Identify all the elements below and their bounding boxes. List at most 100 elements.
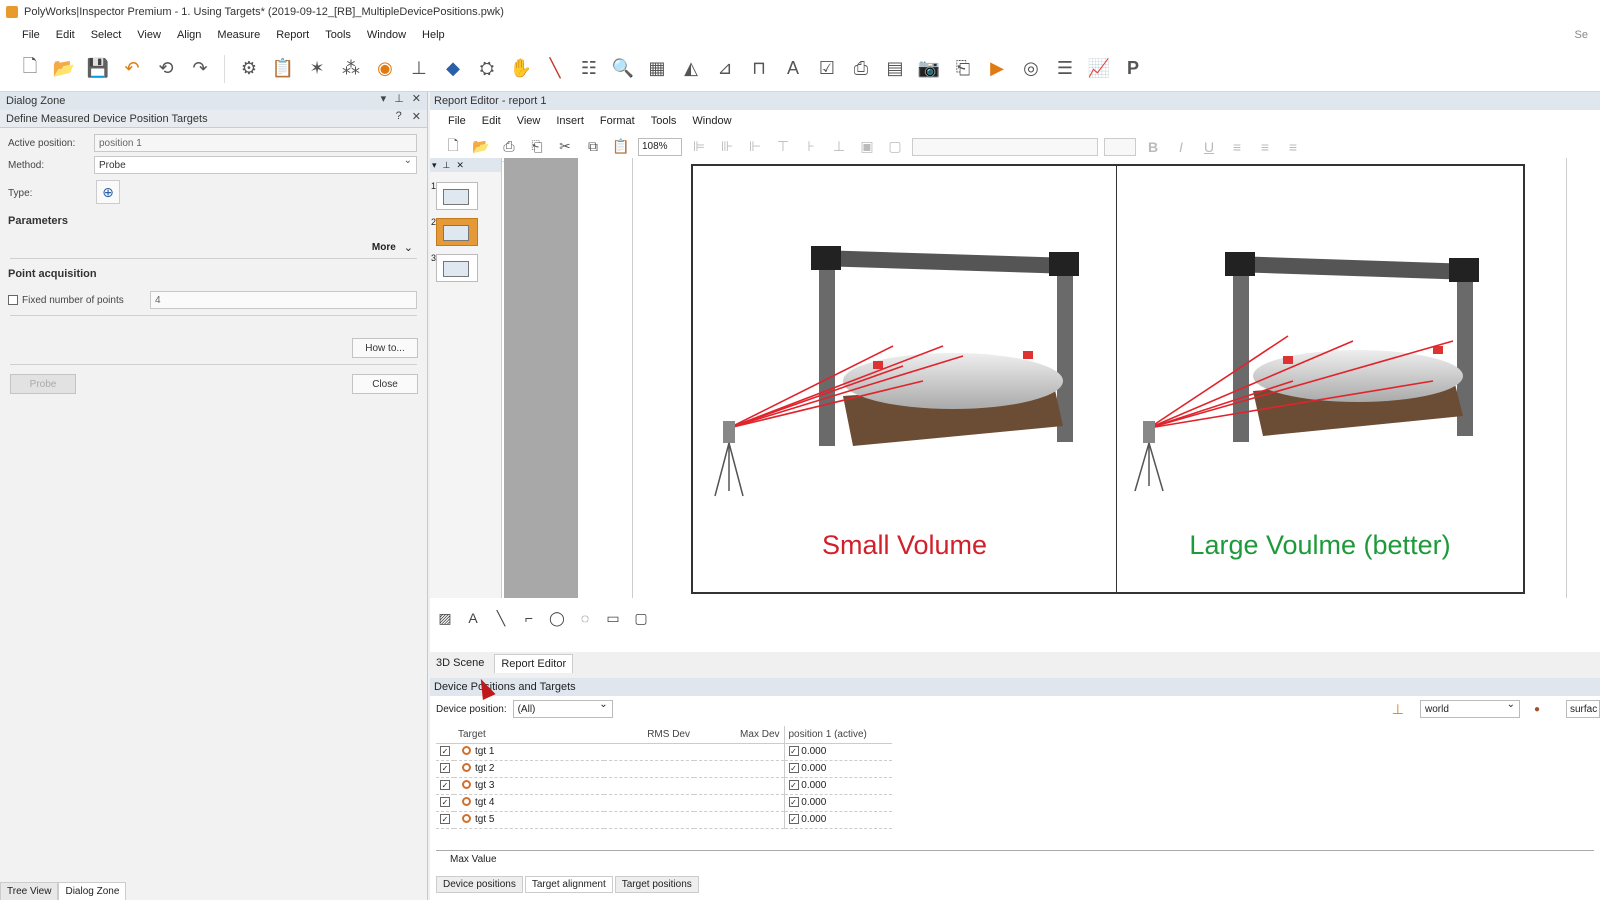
font-family-select[interactable] [912, 137, 1098, 156]
paste-icon[interactable]: 📋 [610, 136, 632, 158]
checkbox[interactable]: ✓ [440, 797, 450, 807]
thumb-page-3[interactable]: 3 [431, 253, 478, 282]
menu-edit[interactable]: Edit [48, 29, 83, 41]
save-icon[interactable]: 💾 [84, 55, 112, 83]
device-position-select[interactable]: (All) [512, 699, 613, 718]
feature-icon[interactable]: ⊿ [711, 55, 739, 83]
new-page-icon[interactable]: 🗋 [442, 136, 464, 158]
dropdown-icon[interactable]: ▾ [381, 92, 387, 105]
row-checkbox[interactable]: ✓ [436, 777, 454, 795]
object-icon[interactable]: ◉ [371, 55, 399, 83]
method-select[interactable]: Probe [94, 155, 417, 174]
table-row[interactable]: ✓ tgt 2 ✓ 0.000 [436, 760, 892, 778]
report-slide[interactable]: Small Volume Large Voulme (better) [691, 164, 1525, 594]
tab-report-editor[interactable]: Report Editor [494, 654, 574, 673]
zoom-icon[interactable]: 🔍 [609, 55, 637, 83]
checkbox[interactable]: ✓ [440, 763, 450, 773]
checkbox[interactable]: ✓ [440, 780, 450, 790]
text-left-icon[interactable]: ≡ [1226, 136, 1248, 158]
row-checkbox[interactable]: ✓ [436, 794, 454, 812]
row-checkbox[interactable]: ✓ [436, 743, 454, 761]
tab-dialog-zone[interactable]: Dialog Zone [58, 882, 127, 900]
align-bottom-obj-icon[interactable]: ⊥ [828, 136, 850, 158]
bring-front-icon[interactable]: ▣ [856, 136, 878, 158]
tab-3d-scene[interactable]: 3D Scene [430, 654, 490, 673]
align-icon[interactable]: ⛭ [473, 55, 501, 83]
tab-target-positions[interactable]: Target positions [614, 876, 699, 893]
pin-icon[interactable]: ⊥ [394, 92, 404, 105]
thumb-page-1[interactable]: 1 [431, 181, 478, 210]
freeform-tool-icon[interactable]: ◌ [574, 607, 596, 629]
coordinate-system-icon[interactable]: ⊥ [1392, 701, 1404, 718]
cut-icon[interactable]: ✂ [554, 136, 576, 158]
redo-icon[interactable]: ↷ [186, 55, 214, 83]
table-row[interactable]: ✓ tgt 5 ✓ 0.000 [436, 811, 892, 829]
checkbox[interactable]: ✓ [788, 763, 799, 773]
tab-device-positions[interactable]: Device positions [436, 876, 523, 893]
bold-icon[interactable]: B [1142, 136, 1164, 158]
checklist-icon[interactable]: ☑ [813, 55, 841, 83]
snapshot-icon[interactable]: ⎙ [847, 55, 875, 83]
menu-file[interactable]: File [14, 29, 48, 41]
rectangle-tool-icon[interactable]: ▭ [602, 607, 624, 629]
dimension-icon[interactable]: ⊓ [745, 55, 773, 83]
checkbox[interactable]: ✓ [440, 814, 450, 824]
tab-target-alignment[interactable]: Target alignment [524, 876, 613, 893]
checkbox[interactable]: ✓ [788, 797, 799, 807]
table-row[interactable]: ✓ tgt 4 ✓ 0.000 [436, 794, 892, 812]
export-icon[interactable]: ⎗ [949, 55, 977, 83]
send-back-icon[interactable]: ▢ [884, 136, 906, 158]
grid-icon[interactable]: ▦ [643, 55, 671, 83]
thumbs-menu-icon[interactable]: ▾ [432, 160, 437, 171]
align-right-obj-icon[interactable]: ⊩ [744, 136, 766, 158]
italic-icon[interactable]: I [1170, 136, 1192, 158]
thumb-page-2[interactable]: 2 [431, 217, 478, 246]
probe-icon[interactable]: ╲ [541, 55, 569, 83]
table-row[interactable]: ✓ tgt 1 ✓ 0.000 [436, 743, 892, 761]
close-icon[interactable]: ✕ [412, 92, 421, 105]
rounded-rect-tool-icon[interactable]: ▢ [630, 607, 652, 629]
underline-icon[interactable]: U [1198, 136, 1220, 158]
menu-help[interactable]: Help [414, 29, 453, 41]
report-menu-window[interactable]: Window [684, 115, 739, 127]
tree-icon[interactable]: ☷ [575, 55, 603, 83]
report-menu-view[interactable]: View [509, 115, 549, 127]
report-menu-tools[interactable]: Tools [643, 115, 685, 127]
hand-icon[interactable]: ✋ [507, 55, 535, 83]
menu-view[interactable]: View [129, 29, 169, 41]
menu-select[interactable]: Select [83, 29, 130, 41]
surface-select[interactable]: surfac [1566, 700, 1600, 718]
checkbox[interactable]: ✓ [440, 746, 450, 756]
zoom-select[interactable]: 108% [638, 137, 682, 156]
pdf-icon[interactable]: ⎗ [526, 136, 548, 158]
menu-report[interactable]: Report [268, 29, 317, 41]
chart-icon[interactable]: 📈 [1085, 55, 1113, 83]
fixed-points-checkbox[interactable] [8, 295, 18, 305]
report-menu-insert[interactable]: Insert [548, 115, 592, 127]
object-type-icon[interactable]: ● [1534, 704, 1540, 715]
fixed-points-input[interactable]: 4 [150, 291, 417, 309]
header-target[interactable]: Target [454, 726, 604, 744]
align-center-obj-icon[interactable]: ⊪ [716, 136, 738, 158]
menu-window[interactable]: Window [359, 29, 414, 41]
ellipse-tool-icon[interactable]: ◯ [546, 607, 568, 629]
print-icon[interactable]: ⎙ [498, 136, 520, 158]
thumbs-pin-icon[interactable]: ⊥ [443, 160, 451, 171]
cube-icon[interactable]: ◆ [439, 55, 467, 83]
p-icon[interactable]: P [1119, 55, 1147, 83]
camera-icon[interactable]: 📷 [915, 55, 943, 83]
help-icon[interactable]: ? [396, 110, 402, 123]
checkbox[interactable]: ✓ [788, 746, 799, 756]
header-rms-dev[interactable]: RMS Dev [604, 726, 694, 744]
measure-icon[interactable]: ✶ [303, 55, 331, 83]
new-file-icon[interactable]: 🗋 [16, 55, 44, 83]
stop-icon[interactable]: ◎ [1017, 55, 1045, 83]
close-button[interactable]: Close [352, 374, 418, 394]
play-icon[interactable]: ▶ [983, 55, 1011, 83]
chevron-down-icon[interactable]: ⌄ [404, 241, 413, 254]
surface-icon[interactable]: ◭ [677, 55, 705, 83]
axis-icon[interactable]: ⊥ [405, 55, 433, 83]
table-row[interactable]: ✓ tgt 3 ✓ 0.000 [436, 777, 892, 795]
open-icon[interactable]: 📂 [470, 136, 492, 158]
settings-icon[interactable]: ⚙ [235, 55, 263, 83]
